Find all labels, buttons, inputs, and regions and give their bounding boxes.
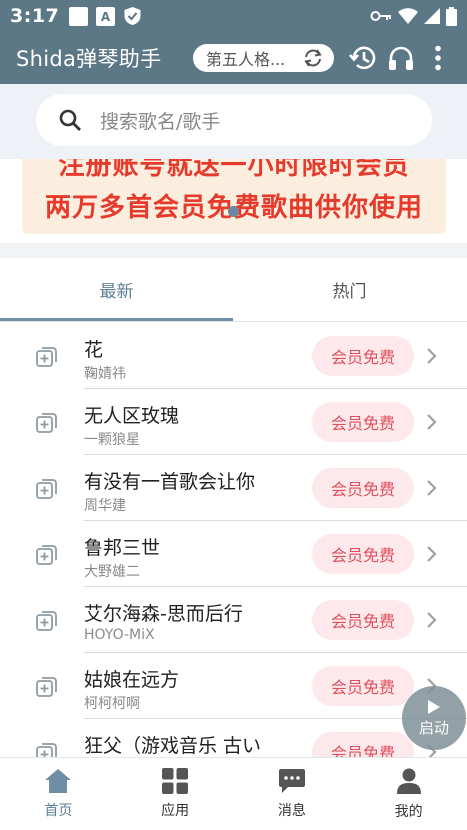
song-row[interactable]: 狂父（游戏音乐 古い 会员免费 — [0, 719, 467, 757]
game-selector[interactable]: 第五人格... — [193, 44, 334, 72]
nav-messages[interactable]: 消息 — [234, 758, 351, 830]
nav-label: 首页 — [44, 803, 73, 819]
wifi-icon — [398, 8, 418, 24]
vip-free-badge[interactable]: 会员免费 — [312, 600, 414, 640]
app-screen: { "status_bar": { "time": "3:17", "left_… — [0, 0, 467, 830]
game-selector-label: 第五人格... — [206, 50, 286, 69]
song-title: 狂父（游戏音乐 古い — [84, 735, 262, 757]
song-row[interactable]: 有没有一首歌会让你 周华建 会员免费 — [0, 455, 467, 521]
apps-icon — [162, 768, 189, 794]
a-keyboard-icon: A — [96, 6, 116, 26]
key-icon — [370, 11, 391, 21]
promo-banner[interactable]: 注册账号就送一小时限时会员 两万多首会员免费歌曲供你使用 — [22, 159, 446, 234]
song-title: 有没有一首歌会让你 — [84, 471, 256, 493]
song-list: 花 鞠婧祎 会员免费 无人区玫瑰 一颗狼星 会员免费 有没有一首歌会让你 周华建… — [0, 323, 467, 757]
banner-indicator — [228, 206, 239, 217]
bottom-nav: 首页 应用 消息 我的 — [0, 757, 467, 830]
switch-icon — [304, 49, 322, 67]
nav-label: 消息 — [277, 803, 306, 819]
search-area: 搜索歌名/歌手 — [0, 84, 467, 159]
song-artist: 柯柯柯啊 — [84, 696, 140, 712]
tab-indicator — [0, 318, 233, 321]
vip-free-badge[interactable]: 会员免费 — [312, 666, 414, 706]
nav-home[interactable]: 首页 — [0, 758, 117, 830]
vip-free-badge[interactable]: 会员免费 — [312, 402, 414, 442]
banner-line-1: 注册账号就送一小时限时会员 — [58, 159, 410, 181]
song-row[interactable]: 艾尔海森-思而后行 HOYO-MiX 会员免费 — [0, 587, 467, 653]
chevron-right-icon — [427, 414, 437, 430]
add-to-list-icon[interactable] — [36, 478, 58, 500]
launch-button[interactable]: 启动 — [402, 686, 466, 750]
message-icon — [278, 769, 305, 793]
headphones-icon — [389, 46, 413, 70]
add-to-list-icon[interactable] — [36, 610, 58, 632]
song-artist: 鞠婧祎 — [84, 366, 126, 382]
song-title: 无人区玫瑰 — [84, 405, 180, 427]
nav-label: 我的 — [394, 803, 423, 820]
signal-icon — [424, 8, 440, 24]
profile-icon — [396, 768, 421, 794]
add-to-list-icon[interactable] — [36, 676, 58, 698]
search-placeholder: 搜索歌名/歌手 — [100, 110, 221, 133]
vip-free-badge[interactable]: 会员免费 — [312, 336, 414, 376]
song-title: 姑娘在远方 — [84, 669, 180, 691]
tab-bar: 最新 热门 — [0, 258, 467, 322]
app-title: Shida弹琴助手 — [16, 47, 162, 71]
more-button[interactable] — [422, 42, 454, 74]
nav-apps[interactable]: 应用 — [117, 758, 234, 830]
tab-latest[interactable]: 最新 — [0, 258, 233, 321]
song-title: 花 — [84, 339, 104, 361]
song-artist: 一颗狼星 — [84, 432, 140, 448]
nav-label: 应用 — [161, 803, 190, 819]
vip-free-badge[interactable]: 会员免费 — [312, 732, 414, 757]
home-icon — [45, 769, 72, 793]
search-input[interactable]: 搜索歌名/歌手 — [36, 94, 432, 146]
status-time: 3:17 — [10, 5, 60, 27]
add-to-list-icon[interactable] — [36, 346, 58, 368]
more-icon — [435, 45, 441, 71]
app-bar: Shida弹琴助手 第五人格... — [0, 32, 467, 84]
square-notification-icon — [69, 6, 89, 26]
song-artist: 周华建 — [84, 498, 126, 514]
add-to-list-icon[interactable] — [36, 412, 58, 434]
status-bar: 3:17 A — [0, 0, 467, 32]
song-row[interactable]: 鲁邦三世 大野雄二 会员免费 — [0, 521, 467, 587]
history-button[interactable] — [347, 42, 379, 74]
svg-text:A: A — [101, 10, 111, 24]
chevron-right-icon — [427, 480, 437, 496]
song-row[interactable]: 无人区玫瑰 一颗狼星 会员免费 — [0, 389, 467, 455]
vip-free-badge[interactable]: 会员免费 — [312, 468, 414, 508]
song-artist: HOYO-MiX — [84, 627, 155, 643]
add-to-list-icon[interactable] — [36, 742, 58, 757]
song-title: 鲁邦三世 — [84, 537, 161, 559]
battery-icon — [446, 6, 457, 26]
chevron-right-icon — [427, 348, 437, 364]
shield-icon — [124, 7, 141, 25]
song-title: 艾尔海森-思而后行 — [84, 603, 243, 625]
chevron-right-icon — [427, 546, 437, 562]
add-to-list-icon[interactable] — [36, 544, 58, 566]
section-divider — [0, 243, 467, 258]
song-row[interactable]: 花 鞠婧祎 会员免费 — [0, 323, 467, 389]
nav-profile[interactable]: 我的 — [350, 758, 467, 830]
song-row[interactable]: 姑娘在远方 柯柯柯啊 会员免费 — [0, 653, 467, 719]
tab-popular[interactable]: 热门 — [233, 258, 466, 321]
play-icon — [428, 699, 440, 714]
headphones-button[interactable] — [385, 42, 417, 74]
history-icon — [349, 46, 376, 70]
launch-label: 启动 — [418, 718, 449, 737]
vip-free-badge[interactable]: 会员免费 — [312, 534, 414, 574]
chevron-right-icon — [427, 612, 437, 628]
search-icon — [59, 109, 81, 131]
song-artist: 大野雄二 — [84, 564, 140, 580]
